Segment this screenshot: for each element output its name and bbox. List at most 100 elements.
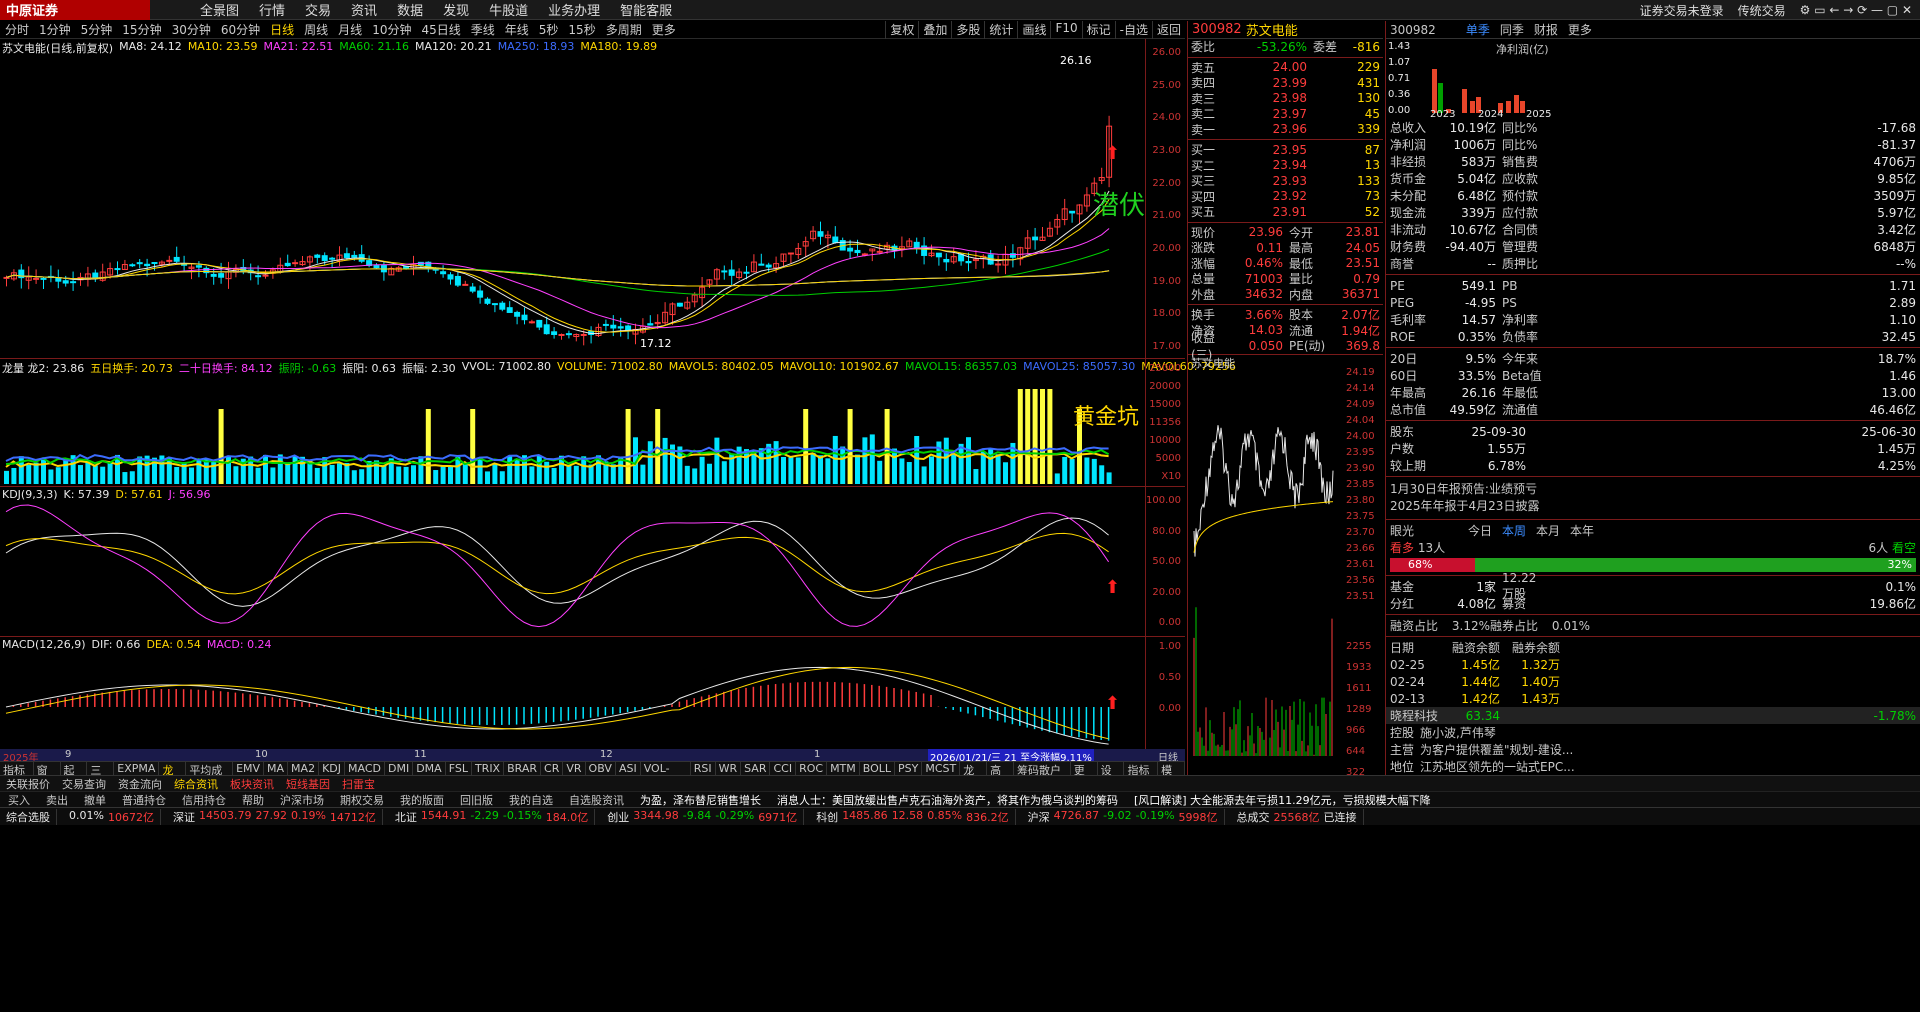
- volume-panel[interactable]: 龙量 龙2: 23.86 五日换手: 20.73 二十日换手: 84.12 振阴: -…: [0, 359, 1236, 487]
- bottom-tab[interactable]: 资金流向: [112, 776, 168, 792]
- indicator-tab[interactable]: BRAR: [504, 762, 542, 775]
- indicator-tab[interactable]: TRIX: [472, 762, 505, 775]
- toolbar-button[interactable]: 信用持仓: [174, 792, 234, 808]
- toolbar-button[interactable]: 我的自选: [501, 792, 561, 808]
- menu-item[interactable]: 交易: [295, 0, 341, 19]
- indicator-tab[interactable]: 指标A: [0, 762, 34, 791]
- index-block[interactable]: 综合选股: [0, 808, 57, 825]
- eye-tab[interactable]: 本周: [1502, 522, 1526, 539]
- indicator-tab[interactable]: MA2: [288, 762, 320, 775]
- indicator-tab[interactable]: VOL-TDX: [641, 762, 691, 788]
- indicator-tab[interactable]: EMV: [233, 762, 265, 775]
- fin-tab[interactable]: 单季: [1466, 21, 1490, 38]
- chart-tool-button[interactable]: 统计: [984, 21, 1017, 39]
- period-tab[interactable]: 季线: [466, 21, 500, 38]
- indicator-tab[interactable]: 设置: [1098, 762, 1125, 793]
- indicator-tab[interactable]: CCI: [770, 762, 797, 775]
- index-block[interactable]: 总成交 25568亿 已连接: [1231, 808, 1364, 825]
- indicator-tab[interactable]: 指标B: [1124, 762, 1159, 791]
- indicator-tab[interactable]: DMA: [413, 762, 446, 775]
- eye-tab[interactable]: 本年: [1570, 522, 1594, 539]
- indicator-tab[interactable]: KDJ: [319, 762, 345, 775]
- chart-tool-button[interactable]: F10: [1050, 21, 1081, 39]
- indicator-tab[interactable]: RSI: [691, 762, 716, 775]
- indicator-tab[interactable]: 模板: [1158, 762, 1186, 793]
- indicator-tab[interactable]: 更多: [1071, 762, 1098, 793]
- indicator-tab[interactable]: OBV: [586, 762, 616, 775]
- period-tab[interactable]: 30分钟: [167, 21, 216, 38]
- news-ticker[interactable]: 消息人士：美国放缓出售卢克石油海外资产，将其作为俄乌谈判的筹码: [769, 792, 1126, 808]
- fin-tab[interactable]: 更多: [1568, 21, 1592, 38]
- bottom-tab[interactable]: 交易查询: [56, 776, 112, 792]
- period-tab[interactable]: 5秒: [534, 21, 564, 38]
- indicator-tab[interactable]: MA: [264, 762, 289, 775]
- ticker-row[interactable]: 晓程科技 63.34 -1.78%: [1386, 707, 1920, 724]
- indicator-tab[interactable]: 平均成本: [186, 762, 234, 793]
- indicator-tab[interactable]: 筹码散户线: [1014, 762, 1071, 793]
- index-block[interactable]: 沪深 4726.87 -9.02 -0.19% 5998亿: [1022, 808, 1225, 825]
- indicator-tab[interactable]: MACD: [345, 762, 385, 775]
- index-block[interactable]: 北证 1544.91 -2.29 -0.15% 184.0亿: [389, 808, 596, 825]
- eye-tab[interactable]: 今日: [1468, 522, 1492, 539]
- fin-tab[interactable]: 同季: [1500, 21, 1524, 38]
- toolbar-button[interactable]: 普通持仓: [114, 792, 174, 808]
- eye-tab[interactable]: 本月: [1536, 522, 1560, 539]
- indicator-tab[interactable]: BOLL: [860, 762, 896, 775]
- bottom-tab[interactable]: 扫雷宝: [336, 776, 381, 792]
- indicator-tab[interactable]: 龙线: [960, 762, 988, 793]
- macd-panel[interactable]: MACD(12,26,9) DIF: 0.66 DEA: 0.54 MACD: 0.2…: [0, 637, 1185, 749]
- toolbar-button[interactable]: 回旧版: [452, 792, 501, 808]
- index-block[interactable]: 深证 14503.79 27.92 0.19% 14712亿: [167, 808, 383, 825]
- chart-tool-button[interactable]: 画线: [1017, 21, 1050, 39]
- index-block[interactable]: 科创 1485.86 12.58 0.85% 836.2亿: [810, 808, 1016, 825]
- period-tab[interactable]: 月线: [333, 21, 367, 38]
- menu-item[interactable]: 资讯: [341, 0, 387, 19]
- bottom-tab[interactable]: 综合资讯: [168, 776, 224, 792]
- chart-tool-button[interactable]: 叠加: [918, 21, 951, 39]
- indicator-tab[interactable]: ASI: [616, 762, 641, 775]
- period-tab[interactable]: 年线: [500, 21, 534, 38]
- indicator-tab[interactable]: FSL: [446, 762, 472, 775]
- index-block[interactable]: 0.01% 10672亿: [63, 808, 161, 825]
- bottom-tab[interactable]: 短线基因: [280, 776, 336, 792]
- window-controls[interactable]: ⚙ ▭ ← → ⟳ — ▢ ✕: [1800, 3, 1912, 17]
- indicator-tab[interactable]: 起爆: [61, 762, 88, 793]
- bottom-tab[interactable]: 板块资讯: [224, 776, 280, 792]
- indicator-tab[interactable]: MCST: [922, 762, 961, 775]
- menu-item[interactable]: 牛股道: [479, 0, 538, 19]
- indicator-tab[interactable]: PSY: [895, 762, 923, 775]
- bottom-tab[interactable]: 关联报价: [0, 776, 56, 792]
- indicator-tab[interactable]: CR: [541, 762, 564, 775]
- menu-item[interactable]: 数据: [387, 0, 433, 19]
- news-ticker[interactable]: [风口解读] 大全能源去年亏损11.29亿元，亏损规模大幅下降: [1126, 792, 1439, 808]
- period-tab[interactable]: 60分钟: [216, 21, 265, 38]
- indicator-tab[interactable]: SAR: [741, 762, 771, 775]
- period-tab[interactable]: 15分钟: [117, 21, 166, 38]
- indicator-tab[interactable]: VR: [563, 762, 586, 775]
- menu-item[interactable]: 全景图: [190, 0, 249, 19]
- news-ticker[interactable]: 为盈，泽布替尼销售增长: [632, 792, 769, 808]
- chart-tool-button[interactable]: 标记: [1081, 21, 1115, 39]
- indicator-tab[interactable]: 高低: [987, 762, 1015, 793]
- chart-tool-button[interactable]: 返回: [1151, 21, 1185, 39]
- toolbar-button[interactable]: 买入: [0, 792, 38, 808]
- toolbar-button[interactable]: 沪深市场: [272, 792, 332, 808]
- indicator-tab[interactable]: MTM: [827, 762, 860, 775]
- period-tab[interactable]: 多周期: [601, 21, 647, 38]
- toolbar-button[interactable]: 我的版面: [392, 792, 452, 808]
- menu-item[interactable]: 智能客服: [610, 0, 682, 19]
- indicator-tab[interactable]: 龙量: [159, 762, 187, 793]
- period-tab[interactable]: 更多: [647, 21, 681, 38]
- indicator-tab[interactable]: 三线: [87, 762, 115, 793]
- fin-tab[interactable]: 财报: [1534, 21, 1558, 38]
- menu-item[interactable]: 发现: [433, 0, 479, 19]
- trade-login-status[interactable]: 证券交易未登录: [1640, 2, 1724, 19]
- menu-item[interactable]: 业务办理: [538, 0, 610, 19]
- notice-line[interactable]: 2025年年报于4月23日披露: [1390, 498, 1916, 515]
- period-tab[interactable]: 45日线: [416, 21, 465, 38]
- period-tab[interactable]: 5分钟: [76, 21, 118, 38]
- period-tab[interactable]: 周线: [299, 21, 333, 38]
- period-tab[interactable]: 15秒: [563, 21, 600, 38]
- chart-tool-button[interactable]: 复权: [885, 21, 918, 39]
- price-panel[interactable]: 苏文电能(日线,前复权) MA8: 24.12 MA10: 23.59 MA21: 2…: [0, 39, 1185, 359]
